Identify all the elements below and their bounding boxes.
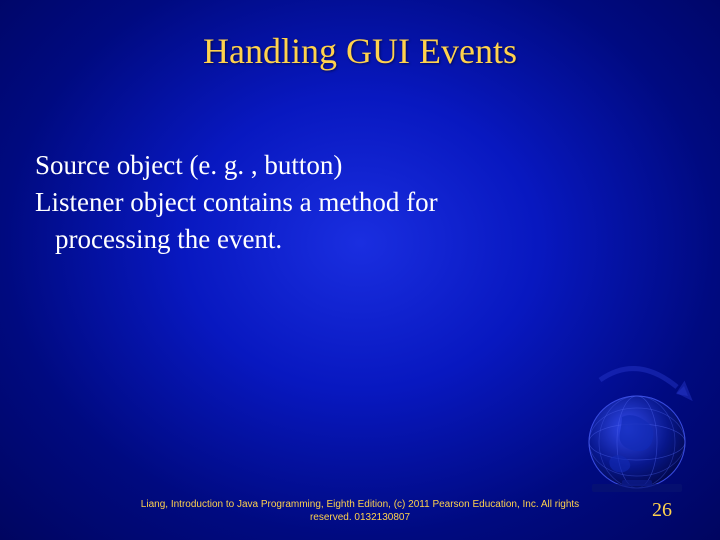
body-line-2a: Listener object contains a method for bbox=[35, 185, 680, 220]
body-line-1: Source object (e. g. , button) bbox=[35, 148, 680, 183]
slide: Handling GUI Events Source object (e. g.… bbox=[0, 0, 720, 540]
slide-title: Handling GUI Events bbox=[0, 30, 720, 72]
globe-icon bbox=[562, 362, 702, 502]
body-line-2b: processing the event. bbox=[35, 222, 680, 257]
page-number: 26 bbox=[652, 499, 672, 522]
slide-body: Source object (e. g. , button) Listener … bbox=[35, 148, 680, 259]
footer-citation: Liang, Introduction to Java Programming,… bbox=[120, 499, 600, 524]
